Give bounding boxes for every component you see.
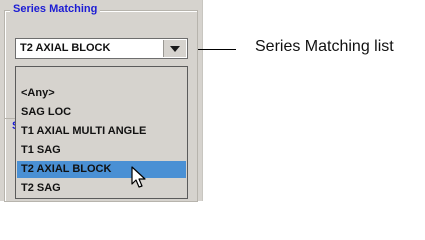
list-item[interactable]: T2 SAG (17, 180, 186, 197)
series-matching-list[interactable]: <Any> SAG LOC T1 AXIAL MULTI ANGLE T1 SA… (15, 66, 188, 199)
list-item-selected[interactable]: T2 AXIAL BLOCK (17, 161, 186, 178)
list-item[interactable]: <Any> (17, 85, 186, 102)
chevron-down-icon (170, 46, 180, 52)
combobox-value: T2 AXIAL BLOCK (20, 42, 111, 54)
group-title: Series Matching (10, 3, 101, 15)
list-item[interactable]: T1 AXIAL MULTI ANGLE (17, 123, 186, 140)
list-item[interactable]: SAG LOC (17, 104, 186, 121)
series-matching-panel: Series Matching S T2 AXIAL BLOCK <Any> S… (0, 0, 203, 202)
series-matching-combobox[interactable]: T2 AXIAL BLOCK (15, 38, 188, 59)
callout-label: Series Matching list (255, 38, 394, 55)
mouse-pointer-icon (131, 166, 146, 188)
list-item[interactable]: T1 SAG (17, 142, 186, 159)
callout-leader-line (198, 49, 236, 50)
dropdown-button[interactable] (163, 40, 186, 57)
